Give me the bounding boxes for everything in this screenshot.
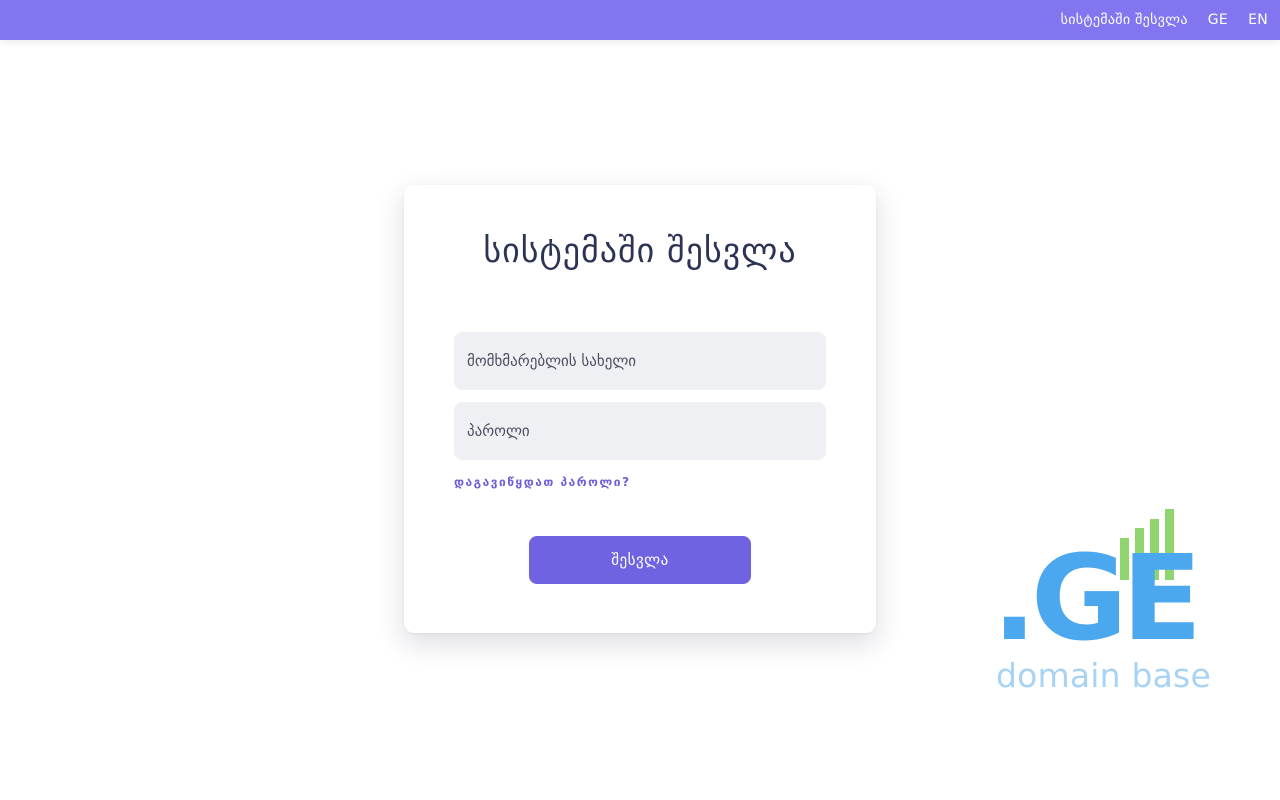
logo-caption: domain base: [996, 656, 1211, 695]
top-navbar: სისტემაში შესვლა GE EN: [0, 0, 1280, 40]
login-title: სისტემაში შესვლა: [483, 231, 797, 271]
password-field-wrapper: [454, 402, 826, 460]
top-nav: სისტემაში შესვლა GE EN: [1061, 0, 1268, 40]
username-input[interactable]: [467, 332, 826, 390]
lang-ge-link[interactable]: GE: [1208, 12, 1228, 28]
lang-en-link[interactable]: EN: [1248, 12, 1268, 28]
nav-login-link[interactable]: სისტემაში შესვლა: [1061, 12, 1188, 28]
login-button[interactable]: შესვლა: [529, 536, 751, 584]
username-field-wrapper: [454, 332, 826, 390]
logo-ge-text: .GE: [992, 529, 1196, 667]
password-input[interactable]: [467, 402, 826, 460]
forgot-password-link[interactable]: დაგავიწყდათ პაროლი?: [454, 475, 631, 489]
login-card: სისტემაში შესვლა დაგავიწყდათ პაროლი? შეს…: [404, 185, 876, 633]
